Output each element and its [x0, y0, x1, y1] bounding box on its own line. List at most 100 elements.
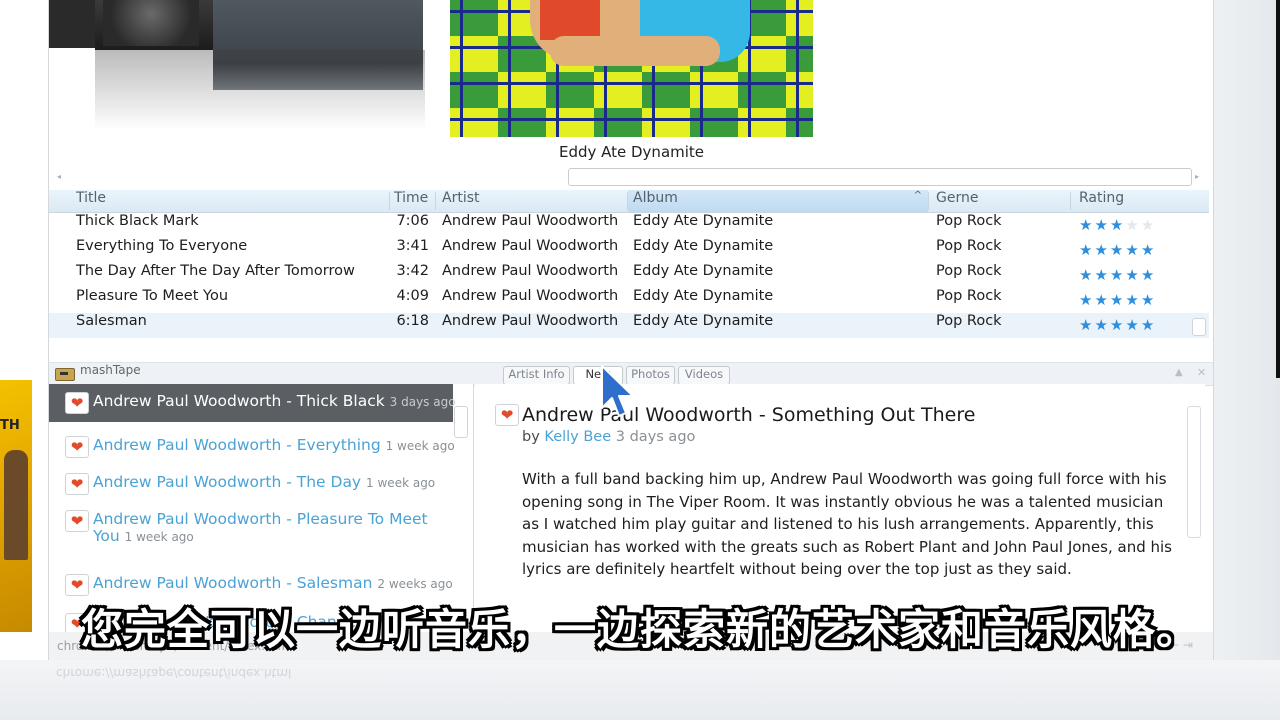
cell-genre: Pop Rock [936, 288, 1002, 304]
star-icon[interactable]: ★ [1141, 241, 1156, 259]
rating-stars[interactable]: ★★★★★ [1079, 288, 1156, 313]
cover-flow: Eddy Ate Dynamite ◂ ▸ [49, 0, 1213, 190]
article-title[interactable]: Andrew Paul Woodworth - Something Out Th… [522, 404, 975, 426]
rating-stars[interactable]: ★★★★★ [1079, 238, 1156, 263]
cover-flow-scrollbar[interactable] [568, 168, 1192, 186]
star-icon[interactable]: ★ [1125, 316, 1140, 334]
cell-genre: Pop Rock [936, 263, 1002, 279]
star-icon[interactable]: ★ [1079, 316, 1094, 334]
star-icon[interactable]: ★ [1110, 216, 1125, 234]
adjacent-album-cover: TH [0, 380, 32, 632]
table-row[interactable]: Salesman 6:18 Andrew Paul Woodworth Eddy At… [49, 313, 1209, 338]
news-item-title: Andrew Paul Woodworth - Everything [93, 436, 381, 454]
player-window: Eddy Ate Dynamite ◂ ▸ Title Time Artist … [48, 0, 1214, 660]
tab-videos[interactable]: Videos [678, 366, 730, 385]
news-list-item[interactable]: ❤ Andrew Paul Woodworth - Everything 1 we… [49, 428, 455, 466]
cell-album: Eddy Ate Dynamite [633, 288, 774, 304]
star-icon[interactable]: ★ [1110, 316, 1125, 334]
star-icon[interactable]: ★ [1079, 216, 1094, 234]
cell-artist: Andrew Paul Woodworth [442, 313, 619, 329]
table-row[interactable]: Everything To Everyone 3:41 Andrew Paul Wo… [49, 238, 1209, 263]
star-icon[interactable]: ★ [1110, 266, 1125, 284]
star-icon[interactable]: ★ [1141, 216, 1156, 234]
news-item-title: Andrew Paul Woodworth - The Day [93, 473, 362, 491]
tab-artist-info[interactable]: Artist Info [503, 366, 570, 385]
rating-stars[interactable]: ★★★★★ [1079, 213, 1156, 238]
cell-time: 6:18 [396, 313, 429, 329]
table-row[interactable]: Pleasure To Meet You 4:09 Andrew Paul Wood… [49, 288, 1209, 313]
cell-title: Pleasure To Meet You [76, 288, 229, 304]
news-list-item[interactable]: ❤ Andrew Paul Woodworth - The Day 1 week … [49, 465, 453, 503]
news-list-item[interactable]: ❤ Andrew Paul Woodworth - Thick Black 3 d… [49, 384, 456, 422]
column-header-rating[interactable]: Rating [1071, 190, 1191, 212]
news-item-age: 1 week ago [124, 530, 194, 544]
table-scrollbar[interactable] [1192, 318, 1206, 336]
heart-icon: ❤ [65, 510, 89, 532]
star-icon[interactable]: ★ [1079, 241, 1094, 259]
star-icon[interactable]: ★ [1094, 266, 1109, 284]
column-header-album[interactable]: Album ^ [628, 190, 928, 212]
news-list-scrollbar[interactable] [454, 406, 468, 438]
star-icon[interactable]: ★ [1125, 266, 1140, 284]
album-cover-left[interactable] [95, 0, 213, 50]
cell-title: Salesman [76, 313, 147, 329]
column-header-artist[interactable]: Artist [436, 190, 627, 212]
star-icon[interactable]: ★ [1125, 241, 1140, 259]
table-row[interactable]: The Day After The Day After Tomorrow 3:42… [49, 263, 1209, 288]
cell-artist: Andrew Paul Woodworth [442, 213, 619, 229]
star-icon[interactable]: ★ [1094, 216, 1109, 234]
star-icon[interactable]: ★ [1079, 266, 1094, 284]
heart-icon: ❤ [65, 436, 89, 458]
album-cover-current[interactable] [450, 0, 813, 137]
cell-genre: Pop Rock [936, 238, 1002, 254]
star-icon[interactable]: ★ [1141, 266, 1156, 284]
mouse-cursor-icon [601, 365, 634, 417]
cell-time: 7:06 [396, 213, 429, 229]
album-cover-far-left[interactable] [49, 0, 95, 48]
star-icon[interactable]: ★ [1094, 316, 1109, 334]
news-item-age: 1 week ago [385, 439, 455, 453]
star-icon[interactable]: ★ [1125, 291, 1140, 309]
star-icon[interactable]: ★ [1094, 291, 1109, 309]
star-icon[interactable]: ★ [1141, 316, 1156, 334]
article-author[interactable]: Kelly Bee [544, 429, 611, 445]
news-item-title: Andrew Paul Woodworth - Thick Black [93, 392, 385, 410]
column-header-title[interactable]: Title [49, 190, 389, 212]
article-age: 3 days ago [615, 429, 696, 445]
article-byline: by Kelly Bee 3 days ago [522, 429, 696, 445]
table-row[interactable]: Thick Black Mark 7:06 Andrew Paul Woodwort… [49, 213, 1209, 238]
news-item-title: Andrew Paul Woodworth - Salesman [93, 574, 373, 592]
video-subtitle: 您完全可以一边听音乐，一边探索新的艺术家和音乐风格。 [80, 605, 1199, 654]
column-header-time[interactable]: Time [390, 190, 434, 212]
adjacent-album-text: TH [0, 418, 20, 433]
cover-reflection [95, 50, 425, 130]
star-icon[interactable]: ★ [1141, 291, 1156, 309]
star-icon[interactable]: ★ [1110, 291, 1125, 309]
article-scrollbar[interactable] [1187, 406, 1201, 538]
star-icon[interactable]: ★ [1110, 241, 1125, 259]
sort-ascending-icon: ^ [913, 190, 922, 201]
scroll-right-icon[interactable]: ▸ [1195, 172, 1199, 181]
cell-time: 3:41 [396, 238, 429, 254]
article-body: With a full band backing him up, Andrew … [522, 470, 1172, 578]
rating-stars[interactable]: ★★★★★ [1079, 313, 1156, 338]
cell-artist: Andrew Paul Woodworth [442, 288, 619, 304]
close-icon[interactable]: ✕ [1197, 366, 1206, 379]
cell-artist: Andrew Paul Woodworth [442, 263, 619, 279]
star-icon[interactable]: ★ [1079, 291, 1094, 309]
table-header: Title Time Artist Album ^ Gerne Rating [49, 190, 1209, 213]
window-reflection: chrome://mashtape/content/index.html [56, 666, 292, 680]
cell-genre: Pop Rock [936, 313, 1002, 329]
rating-stars[interactable]: ★★★★★ [1079, 263, 1156, 288]
news-list-item[interactable]: ❤ Andrew Paul Woodworth - Pleasure To Mee… [49, 502, 453, 562]
right-edge-bar [1276, 0, 1280, 378]
expand-icon[interactable]: ▲ [1175, 367, 1183, 378]
column-header-genre[interactable]: Gerne [929, 190, 1069, 212]
heart-icon: ❤ [65, 392, 89, 414]
cell-artist: Andrew Paul Woodworth [442, 238, 619, 254]
star-icon[interactable]: ★ [1125, 216, 1140, 234]
star-icon[interactable]: ★ [1094, 241, 1109, 259]
scroll-left-icon[interactable]: ◂ [57, 172, 61, 181]
cell-genre: Pop Rock [936, 213, 1002, 229]
album-caption: Eddy Ate Dynamite [558, 143, 705, 161]
